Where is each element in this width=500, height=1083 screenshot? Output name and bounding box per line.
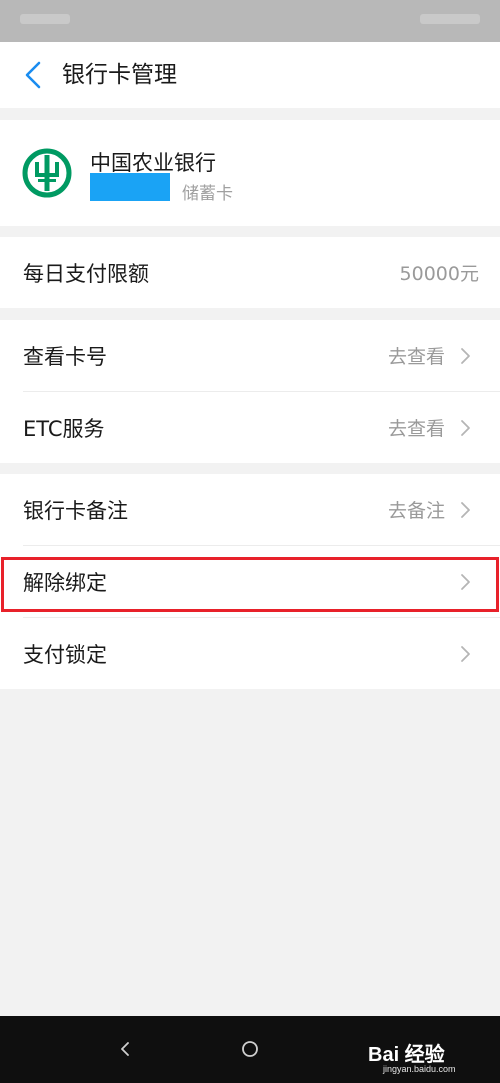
chevron-right-icon bbox=[461, 501, 470, 518]
payment-lock-label: 支付锁定 bbox=[23, 642, 107, 667]
chevron-right-icon bbox=[461, 419, 470, 436]
unbind-card-label: 解除绑定 bbox=[23, 570, 107, 595]
abc-bank-logo-icon bbox=[22, 148, 72, 198]
nav-back-icon[interactable] bbox=[112, 1036, 138, 1062]
limit-group: 每日支付限额 50000元 bbox=[0, 237, 500, 308]
daily-limit-row[interactable]: 每日支付限额 50000元 bbox=[0, 237, 500, 308]
chevron-right-icon bbox=[461, 645, 470, 662]
card-settings-group: 银行卡备注 去备注 解除绑定 支付锁定 bbox=[0, 474, 500, 689]
daily-limit-value: 50000元 bbox=[399, 263, 479, 285]
watermark-logo: Bai 经验 bbox=[368, 1044, 445, 1066]
system-nav-bar: Bai 经验 jingyan.baidu.com bbox=[0, 1016, 500, 1083]
chevron-right-icon bbox=[461, 573, 470, 590]
card-note-value: 去备注 bbox=[387, 500, 445, 522]
status-bar bbox=[0, 0, 500, 42]
card-actions-group: 查看卡号 去查看 ETC服务 去查看 bbox=[0, 320, 500, 463]
etc-service-row[interactable]: ETC服务 去查看 bbox=[0, 392, 500, 463]
watermark-url: jingyan.baidu.com bbox=[383, 1064, 456, 1074]
chevron-right-icon bbox=[461, 347, 470, 364]
header: 银行卡管理 bbox=[0, 42, 500, 108]
card-number-redacted bbox=[90, 173, 170, 201]
etc-service-value: 去查看 bbox=[387, 418, 445, 440]
chevron-left-icon bbox=[25, 61, 41, 89]
bank-card-info: 中国农业银行 储蓄卡 bbox=[0, 120, 500, 226]
view-card-number-value: 去查看 bbox=[387, 346, 445, 368]
back-button[interactable] bbox=[10, 52, 56, 98]
payment-lock-row[interactable]: 支付锁定 bbox=[0, 618, 500, 689]
unbind-card-row[interactable]: 解除绑定 bbox=[0, 546, 500, 617]
view-card-number-label: 查看卡号 bbox=[23, 344, 107, 369]
card-type: 储蓄卡 bbox=[182, 184, 233, 204]
status-icons-blurred bbox=[420, 14, 480, 24]
page-title: 银行卡管理 bbox=[62, 62, 177, 88]
card-note-label: 银行卡备注 bbox=[23, 498, 128, 523]
card-note-row[interactable]: 银行卡备注 去备注 bbox=[0, 474, 500, 545]
nav-home-icon[interactable] bbox=[240, 1039, 260, 1059]
view-card-number-row[interactable]: 查看卡号 去查看 bbox=[0, 320, 500, 391]
etc-service-label: ETC服务 bbox=[23, 416, 105, 441]
status-time-blurred bbox=[20, 14, 70, 24]
daily-limit-label: 每日支付限额 bbox=[23, 261, 149, 286]
